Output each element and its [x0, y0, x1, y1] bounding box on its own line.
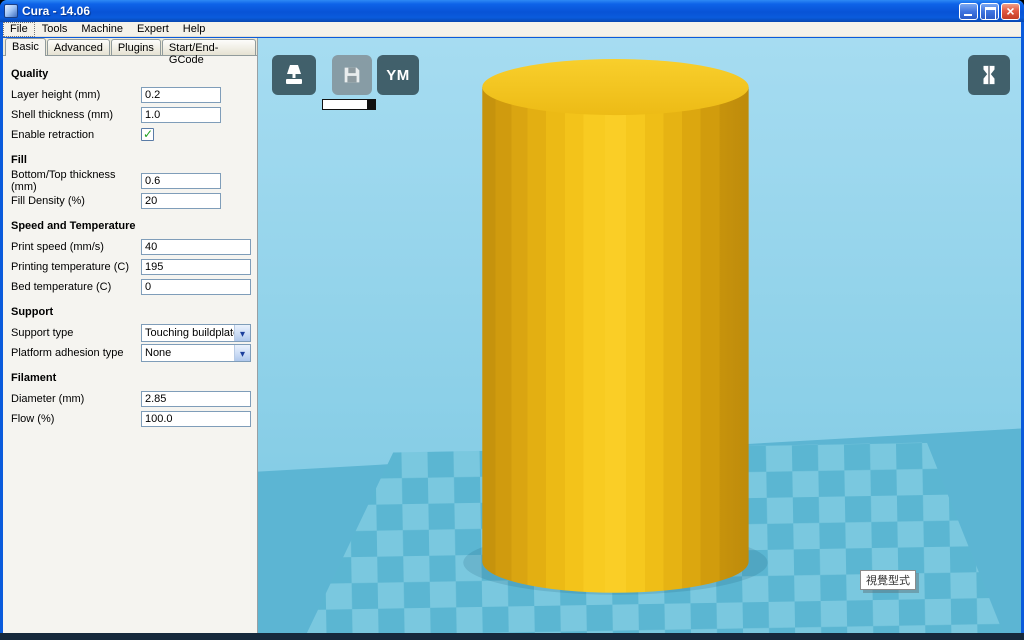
field-row: Support type Touching buildplate — [11, 323, 251, 342]
model-cylinder-top[interactable] — [482, 59, 748, 115]
field-row: Printing temperature (C) — [11, 257, 251, 276]
field-label: Print speed (mm/s) — [11, 241, 141, 253]
menu-file[interactable]: File — [3, 22, 35, 37]
tab-basic[interactable]: Basic — [5, 38, 46, 56]
bed-temperature-input[interactable] — [141, 279, 251, 295]
field-row: Layer height (mm) — [11, 85, 251, 104]
filament-diameter-input[interactable] — [141, 391, 251, 407]
section-title-filament: Filament — [11, 372, 251, 384]
field-row: Bottom/Top thickness (mm) — [11, 171, 251, 190]
field-row: Shell thickness (mm) — [11, 105, 251, 124]
save-icon — [341, 64, 363, 86]
field-row: Diameter (mm) — [11, 389, 251, 408]
section-title-support: Support — [11, 306, 251, 318]
field-row: Bed temperature (C) — [11, 277, 251, 296]
chevron-down-icon — [234, 325, 250, 341]
section-title-speed-temp: Speed and Temperature — [11, 220, 251, 232]
maximize-button[interactable] — [980, 3, 999, 20]
load-model-button[interactable] — [272, 55, 316, 95]
menu-help[interactable]: Help — [176, 22, 213, 37]
minimize-button[interactable] — [959, 3, 978, 20]
cura-window: Cura - 14.06 File Tools Machine Expert H… — [0, 0, 1024, 640]
field-label: Diameter (mm) — [11, 393, 141, 405]
menu-machine[interactable]: Machine — [74, 22, 130, 37]
field-row: Enable retraction — [11, 125, 251, 144]
bottom-top-thickness-input[interactable] — [141, 173, 221, 189]
view-mode-tooltip: 視覺型式 — [860, 570, 916, 590]
tab-plugins[interactable]: Plugins — [111, 39, 161, 55]
combo-value: Touching buildplate — [142, 327, 234, 339]
view-mode-icon — [978, 63, 1000, 87]
print-speed-input[interactable] — [141, 239, 251, 255]
app-icon — [4, 4, 18, 18]
menu-expert[interactable]: Expert — [130, 22, 176, 37]
field-row: Print speed (mm/s) — [11, 237, 251, 256]
close-button[interactable] — [1001, 3, 1020, 20]
chevron-down-icon — [234, 345, 250, 361]
field-label: Layer height (mm) — [11, 89, 141, 101]
field-label: Printing temperature (C) — [11, 261, 141, 273]
enable-retraction-checkbox[interactable] — [141, 128, 154, 141]
field-label: Bed temperature (C) — [11, 281, 141, 293]
window-title: Cura - 14.06 — [22, 4, 959, 18]
field-row: Fill Density (%) — [11, 191, 251, 210]
menu-tools[interactable]: Tools — [35, 22, 75, 37]
field-label: Fill Density (%) — [11, 195, 141, 207]
combo-value: None — [142, 347, 234, 359]
youmagine-label: YM — [386, 67, 410, 84]
section-title-quality: Quality — [11, 68, 251, 80]
section-title-fill: Fill — [11, 154, 251, 166]
printing-temperature-input[interactable] — [141, 259, 251, 275]
field-label: Enable retraction — [11, 129, 141, 141]
field-label: Support type — [11, 327, 141, 339]
tab-advanced[interactable]: Advanced — [47, 39, 110, 55]
3d-viewport[interactable]: YM 視覺型式 — [258, 38, 1021, 633]
field-label: Platform adhesion type — [11, 347, 141, 359]
fill-density-input[interactable] — [141, 193, 221, 209]
support-type-select[interactable]: Touching buildplate — [141, 324, 251, 342]
field-label: Bottom/Top thickness (mm) — [11, 169, 141, 193]
youmagine-share-button[interactable]: YM — [377, 55, 419, 95]
field-label: Flow (%) — [11, 413, 141, 425]
platform-adhesion-select[interactable]: None — [141, 344, 251, 362]
layer-height-input[interactable] — [141, 87, 221, 103]
window-bottom-border — [0, 633, 1024, 640]
save-toolpath-button[interactable] — [332, 55, 372, 95]
filament-flow-input[interactable] — [141, 411, 251, 427]
field-row: Platform adhesion type None — [11, 343, 251, 362]
progress-bar — [322, 99, 376, 110]
model-cylinder[interactable] — [482, 87, 748, 593]
printer-icon — [281, 63, 307, 87]
tab-strip: Basic Advanced Plugins Start/End-GCode — [3, 38, 257, 56]
field-label: Shell thickness (mm) — [11, 109, 141, 121]
shell-thickness-input[interactable] — [141, 107, 221, 123]
progress-bar-cap — [367, 99, 376, 110]
view-mode-button[interactable] — [968, 55, 1010, 95]
3d-scene[interactable] — [258, 38, 1021, 633]
title-bar[interactable]: Cura - 14.06 — [0, 0, 1024, 22]
settings-panel: Basic Advanced Plugins Start/End-GCode Q… — [3, 38, 258, 633]
menu-bar: File Tools Machine Expert Help — [3, 22, 1021, 37]
field-row: Flow (%) — [11, 409, 251, 428]
tab-start-end-gcode[interactable]: Start/End-GCode — [162, 39, 256, 55]
